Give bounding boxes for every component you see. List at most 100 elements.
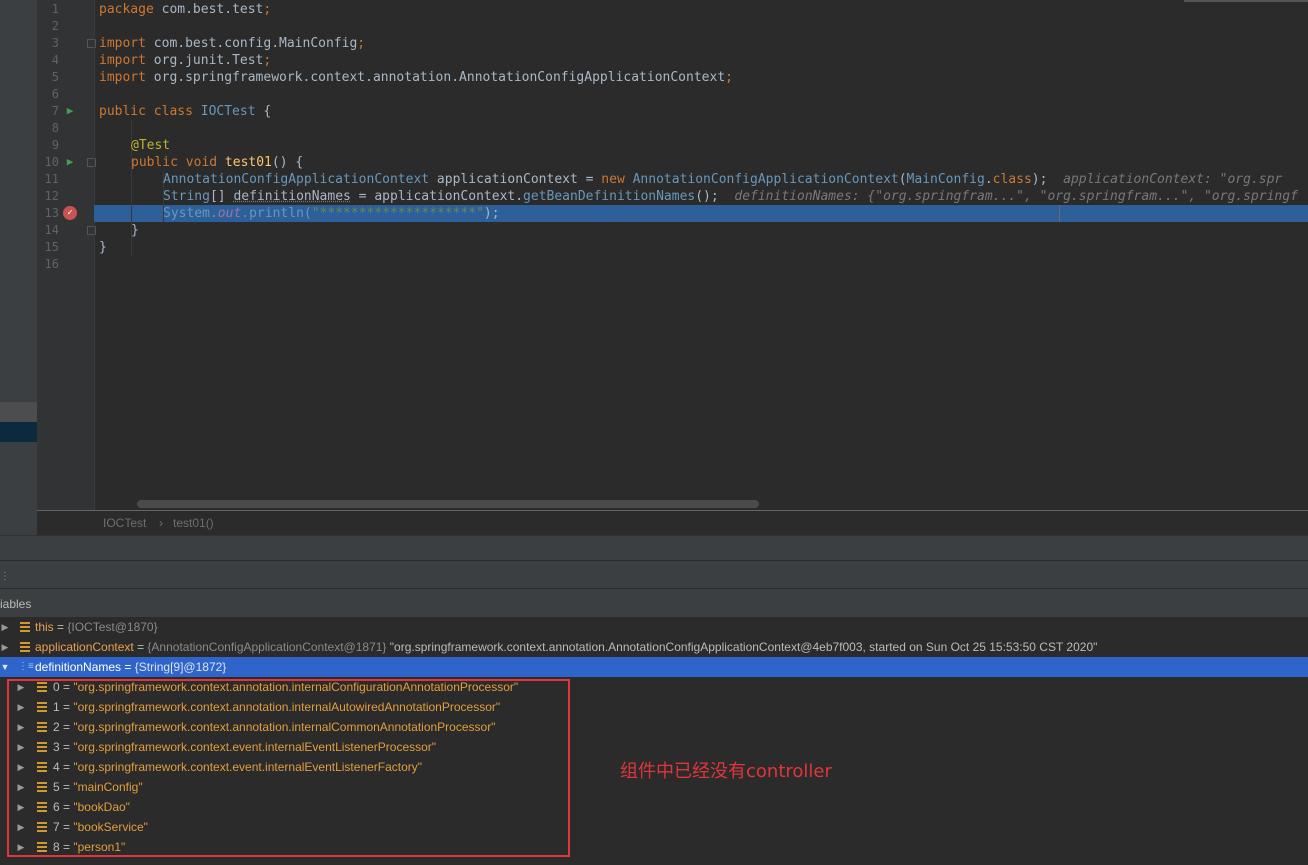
- gutter-divider: [94, 0, 95, 510]
- line-number: 16: [44, 257, 59, 271]
- line-number: 11: [44, 172, 59, 186]
- debug-panel-header: [0, 535, 1308, 561]
- type-name: String: [163, 189, 210, 204]
- line-number: 4: [51, 53, 59, 67]
- punct: }: [99, 240, 107, 255]
- code-line-3[interactable]: import com.best.config.MainConfig;: [99, 35, 365, 52]
- line-number: 12: [44, 189, 59, 203]
- punct: );: [1031, 172, 1048, 187]
- code-editor[interactable]: 1 2 3 4 5 6 7 8 9 10 11 12 13 14 15 16 ▶…: [37, 0, 1308, 510]
- variable-value: "org.springframework.context.annotation.…: [389, 640, 1098, 654]
- variable-type: {AnnotationConfigApplicationContext@1871…: [147, 640, 390, 654]
- line-number: 7: [51, 104, 59, 118]
- horizontal-scrollbar[interactable]: [137, 500, 759, 508]
- code-line-11[interactable]: AnnotationConfigApplicationContext appli…: [163, 171, 1282, 188]
- line-number: 10: [44, 155, 59, 169]
- static-field: out: [217, 206, 242, 221]
- editor-top-bar: [1184, 0, 1308, 2]
- code-line-7[interactable]: public class IOCTest {: [99, 103, 271, 120]
- left-tool-strip: [0, 0, 37, 535]
- annotation: @Test: [131, 138, 171, 153]
- run-test-class-icon[interactable]: ▶: [63, 104, 77, 118]
- toolbar-dots-icon[interactable]: ⋮: [0, 571, 10, 582]
- punct: []: [209, 189, 234, 204]
- punct: (: [898, 172, 907, 187]
- expand-arrow-icon[interactable]: ▶: [0, 637, 10, 657]
- annotation-text: 组件中已经没有controller: [620, 761, 832, 782]
- string-literal: "********************": [311, 206, 484, 221]
- type-name: MainConfig: [906, 172, 985, 187]
- breakpoint-icon[interactable]: ✓: [63, 206, 77, 220]
- type-name: AnnotationConfigApplicationContext: [632, 172, 899, 187]
- right-margin-marker: [1059, 205, 1060, 222]
- breadcrumb-class[interactable]: IOCTest: [103, 516, 146, 530]
- line-number: 5: [51, 70, 59, 84]
- punct: }: [131, 223, 139, 238]
- code-line-12[interactable]: String[] definitionNames = applicationCo…: [163, 188, 1298, 205]
- equals: =: [53, 620, 68, 634]
- variable-type: {String[9]@1872}: [134, 660, 227, 674]
- editor-gutter[interactable]: 1 2 3 4 5 6 7 8 9 10 11 12 13 14 15 16 ▶…: [37, 0, 96, 510]
- code-line-14[interactable]: }: [131, 222, 139, 239]
- code-line-5[interactable]: import org.springframework.context.annot…: [99, 69, 733, 86]
- code-line-15[interactable]: }: [99, 239, 107, 256]
- variable-name: definitionNames: [35, 660, 122, 674]
- run-test-method-icon[interactable]: ▶: [63, 155, 77, 169]
- code-line-10[interactable]: public void test01() {: [131, 154, 303, 171]
- punct: .: [984, 172, 993, 187]
- collapse-arrow-icon[interactable]: ▼: [0, 657, 10, 677]
- line-number: 14: [44, 223, 59, 237]
- variable-row-definitionNames[interactable]: ▼ ⋮≡ definitionNames = {String[9]@1872}: [0, 657, 1308, 677]
- array-icon: ⋮≡: [18, 661, 34, 672]
- keyword: new: [601, 172, 633, 187]
- line-number: 1: [51, 2, 59, 16]
- variable-name: applicationContext: [35, 640, 134, 654]
- expression: = applicationContext.: [350, 189, 524, 204]
- punct: () {: [271, 155, 304, 170]
- code-line-4[interactable]: import org.junit.Test;: [99, 52, 271, 69]
- punct: ;: [725, 70, 733, 85]
- keyword: import: [99, 70, 154, 85]
- breadcrumb: IOCTest › test01(): [37, 510, 1308, 535]
- line-number: 2: [51, 19, 59, 33]
- chevron-right-icon: ›: [159, 516, 163, 530]
- field-icon: [20, 642, 30, 652]
- variable-name: this: [35, 620, 54, 634]
- line-number: 15: [44, 240, 59, 254]
- variables-title: iables: [0, 597, 32, 611]
- variable-row-this[interactable]: ▶ this = {IOCTest@1870}: [0, 617, 1308, 637]
- class-name: IOCTest: [200, 104, 256, 119]
- punct: ();: [695, 189, 719, 204]
- variable-row-applicationContext[interactable]: ▶ applicationContext = {AnnotationConfig…: [0, 637, 1308, 657]
- punct: );: [483, 206, 500, 221]
- keyword: import: [99, 53, 154, 68]
- debug-toolbar: ⋮: [0, 561, 1308, 589]
- left-strip-selected[interactable]: [0, 422, 37, 442]
- method-call: getBeanDefinitionNames: [523, 189, 696, 204]
- method-name: test01: [224, 155, 272, 170]
- left-strip-highlight: [0, 402, 37, 422]
- code-line-9[interactable]: @Test: [131, 137, 170, 154]
- punct: ;: [263, 53, 272, 68]
- variables-header: iables: [0, 589, 1308, 617]
- keyword: public class: [99, 104, 201, 119]
- class-name: System.: [163, 206, 218, 221]
- line-number: 9: [51, 138, 59, 152]
- variable: applicationContext =: [429, 172, 602, 187]
- line-number: 6: [51, 87, 59, 101]
- type-name: AnnotationConfigApplicationContext: [163, 172, 430, 187]
- import-path: org.springframework.context.annotation.A…: [153, 70, 726, 85]
- import-path: org.junit.Test: [153, 53, 264, 68]
- code-line-1[interactable]: package com.best.test;: [99, 1, 271, 18]
- breadcrumb-method[interactable]: test01(): [173, 516, 214, 530]
- line-number: 3: [51, 36, 59, 50]
- variable-type: {IOCTest@1870}: [67, 620, 158, 634]
- inline-debug-hint: definitionNames: {"org.springfram...", "…: [734, 189, 1298, 204]
- keyword: class: [992, 172, 1032, 187]
- expand-arrow-icon[interactable]: ▶: [0, 617, 10, 637]
- code-line-13[interactable]: System.out.println("********************…: [163, 205, 500, 222]
- punct: {: [255, 104, 272, 119]
- inline-debug-hint: applicationContext: "org.spr: [1063, 172, 1283, 187]
- method-call: .println(: [241, 206, 312, 221]
- keyword: package: [99, 2, 162, 17]
